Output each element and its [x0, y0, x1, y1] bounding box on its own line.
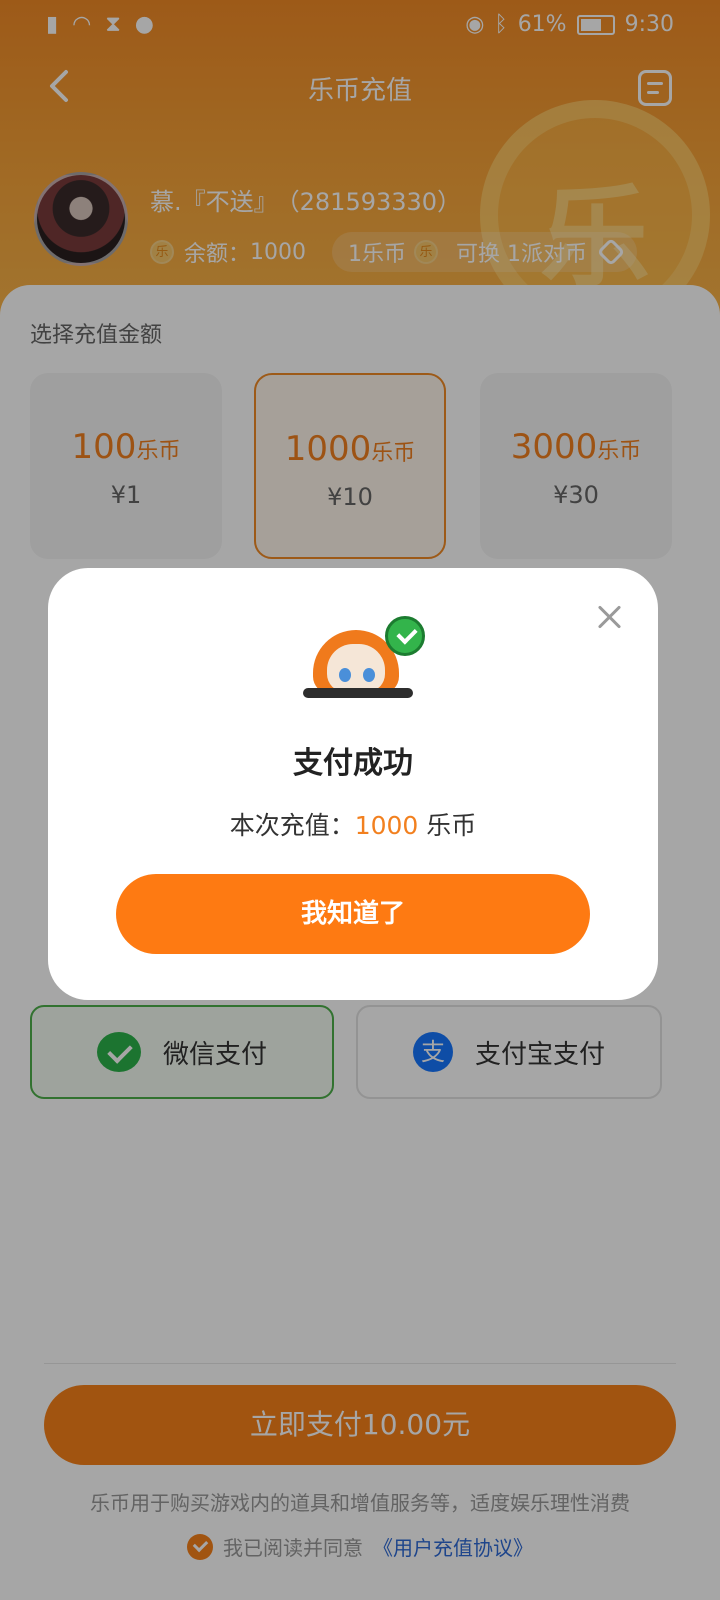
dialog-title: 支付成功	[293, 746, 413, 781]
close-icon[interactable]	[596, 604, 622, 630]
success-check-icon	[385, 616, 425, 656]
message-suffix: 乐币	[418, 811, 477, 840]
confirm-button[interactable]: 我知道了	[116, 874, 590, 954]
mascot-illustration	[303, 612, 425, 698]
payment-success-dialog: 支付成功 本次充值：1000 乐币 我知道了	[48, 568, 658, 1000]
dialog-message: 本次充值：1000 乐币	[48, 806, 658, 842]
recharge-screen: 乐 ▮ ◠ ⧗ ● ◉ ᛒ 61% 9:30 乐币充值 慕.『不送』 （28159…	[0, 0, 720, 1600]
message-amount: 1000	[354, 811, 419, 840]
message-prefix: 本次充值：	[229, 811, 355, 840]
